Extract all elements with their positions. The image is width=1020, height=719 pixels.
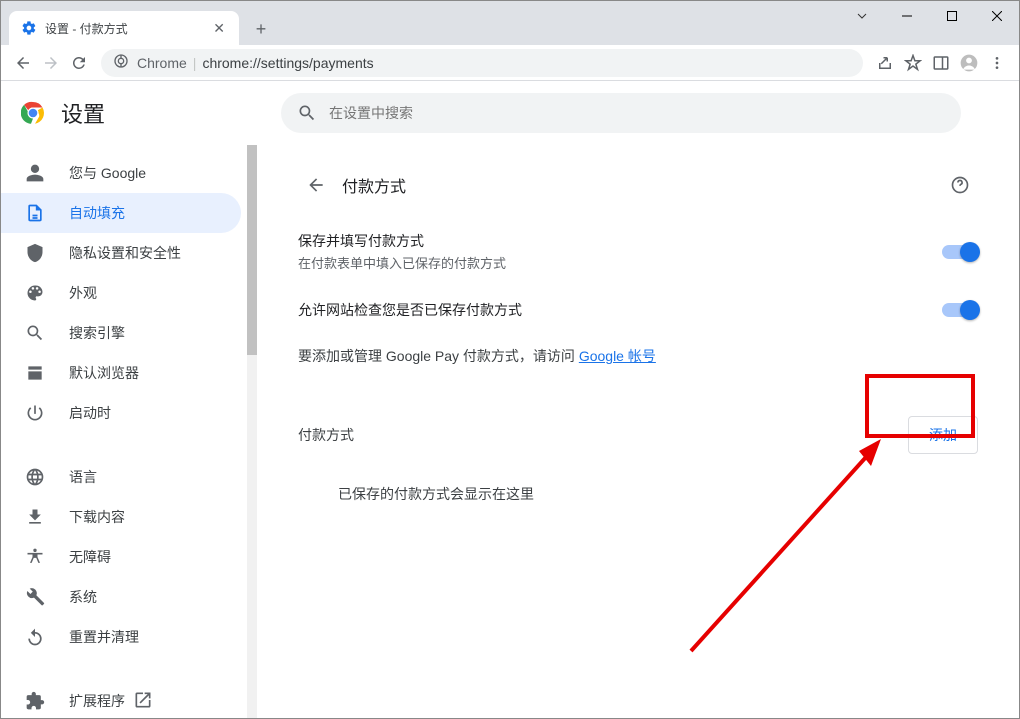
sidebar-item-extensions[interactable]: 扩展程序: [1, 681, 241, 718]
site-info-icon[interactable]: [113, 53, 129, 72]
new-tab-button[interactable]: +: [247, 15, 275, 43]
sidebar-item-reset[interactable]: 重置并清理: [1, 617, 241, 657]
panel-title: 付款方式: [342, 173, 942, 197]
sidebar-item-downloads[interactable]: 下载内容: [1, 497, 241, 537]
url-path: chrome://settings/payments: [202, 55, 373, 71]
payment-methods-section: 付款方式 添加: [298, 398, 978, 472]
sidebar-scrollbar[interactable]: [247, 145, 257, 718]
sidebar-item-languages[interactable]: 语言: [1, 457, 241, 497]
setting-title: 保存并填写付款方式: [298, 231, 942, 251]
content-area: 设置 您与 Google 自动填充 隐私设置和安全性 外观 搜索引擎: [1, 81, 1019, 718]
gear-icon: [21, 20, 37, 36]
sidebar-item-label: 自动填充: [69, 203, 125, 223]
reload-button[interactable]: [65, 49, 93, 77]
toggle-save-fill-payment: 保存并填写付款方式 在付款表单中填入已保存的付款方式: [298, 217, 978, 286]
forward-button[interactable]: [37, 49, 65, 77]
minimize-button[interactable]: [884, 1, 929, 31]
maximize-button[interactable]: [929, 1, 974, 31]
toggle-switch[interactable]: [942, 303, 978, 317]
add-payment-button[interactable]: 添加: [908, 416, 978, 454]
section-label: 付款方式: [298, 425, 908, 445]
sidebar-item-privacy[interactable]: 隐私设置和安全性: [1, 233, 241, 273]
sidebar-item-label: 下载内容: [69, 507, 125, 527]
sidebar-item-label: 您与 Google: [69, 163, 146, 183]
sidebar-item-label: 搜索引擎: [69, 323, 125, 343]
browser-toolbar: Chrome | chrome://settings/payments: [1, 45, 1019, 81]
sidebar-item-default-browser[interactable]: 默认浏览器: [1, 353, 241, 393]
toggle-switch[interactable]: [942, 245, 978, 259]
url-scheme: Chrome: [137, 55, 187, 71]
window-controls: [839, 1, 1019, 31]
browser-tab[interactable]: 设置 - 付款方式 ✕: [9, 11, 239, 45]
sidebar-item-accessibility[interactable]: 无障碍: [1, 537, 241, 577]
toggle-allow-sites-check: 允许网站检查您是否已保存付款方式: [298, 286, 978, 334]
google-account-link[interactable]: Google 帐号: [579, 348, 656, 364]
settings-sidebar: 您与 Google 自动填充 隐私设置和安全性 外观 搜索引擎 默认浏览器 启动…: [1, 81, 257, 718]
empty-state-text: 已保存的付款方式会显示在这里: [298, 472, 978, 516]
menu-icon[interactable]: [983, 49, 1011, 77]
setting-subtitle: 在付款表单中填入已保存的付款方式: [298, 253, 942, 272]
search-input[interactable]: [329, 105, 945, 121]
sidebar-item-you-and-google[interactable]: 您与 Google: [1, 153, 241, 193]
google-pay-hint: 要添加或管理 Google Pay 付款方式，请访问 Google 帐号: [298, 334, 978, 378]
sidebar-item-label: 系统: [69, 587, 97, 607]
page-title: 设置: [61, 97, 105, 129]
search-icon: [297, 103, 317, 123]
address-bar[interactable]: Chrome | chrome://settings/payments: [101, 49, 863, 77]
sidebar-item-search-engine[interactable]: 搜索引擎: [1, 313, 241, 353]
side-panel-icon[interactable]: [927, 49, 955, 77]
sidebar-item-on-startup[interactable]: 启动时: [1, 393, 241, 433]
browser-titlebar: 设置 - 付款方式 ✕ +: [1, 1, 1019, 45]
sidebar-item-appearance[interactable]: 外观: [1, 273, 241, 313]
tab-close-icon[interactable]: ✕: [211, 18, 227, 39]
sidebar-item-label: 启动时: [69, 403, 111, 423]
profile-avatar[interactable]: [955, 49, 983, 77]
chrome-logo-icon: [21, 101, 45, 125]
sidebar-item-label: 重置并清理: [69, 627, 139, 647]
sidebar-item-label: 扩展程序: [69, 691, 125, 711]
settings-header: 设置: [1, 81, 1019, 145]
tab-title: 设置 - 付款方式: [45, 20, 211, 37]
setting-title: 允许网站检查您是否已保存付款方式: [298, 300, 942, 320]
sidebar-item-label: 默认浏览器: [69, 363, 139, 383]
sidebar-item-system[interactable]: 系统: [1, 577, 241, 617]
sidebar-item-label: 隐私设置和安全性: [69, 243, 181, 263]
panel-back-button[interactable]: [298, 167, 334, 203]
sidebar-item-label: 无障碍: [69, 547, 111, 567]
panel-header: 付款方式: [298, 153, 978, 217]
sidebar-item-autofill[interactable]: 自动填充: [1, 193, 241, 233]
external-link-icon: [133, 690, 177, 713]
sidebar-item-label: 外观: [69, 283, 97, 303]
dropdown-caret-icon[interactable]: [839, 1, 884, 31]
bookmark-icon[interactable]: [899, 49, 927, 77]
sidebar-item-label: 语言: [69, 467, 97, 487]
settings-search[interactable]: [281, 93, 961, 133]
back-button[interactable]: [9, 49, 37, 77]
main-panel: 付款方式 保存并填写付款方式 在付款表单中填入已保存的付款方式 允许网站检查您是…: [257, 81, 1019, 718]
help-icon[interactable]: [942, 167, 978, 203]
share-icon[interactable]: [871, 49, 899, 77]
close-button[interactable]: [974, 1, 1019, 31]
